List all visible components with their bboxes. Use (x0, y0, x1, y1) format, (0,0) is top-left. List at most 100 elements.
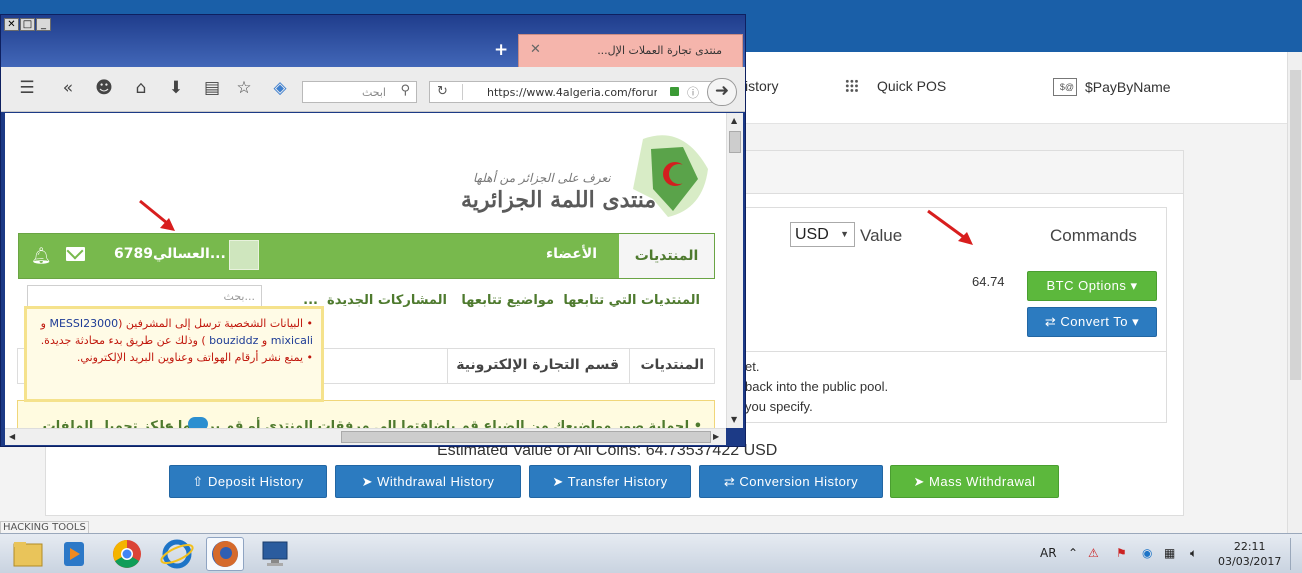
cloud-upload-icon (188, 417, 208, 428)
browser-tab-active[interactable]: ✕ منتدى تجارة العملات الإل... (518, 34, 743, 67)
send-icon: ➤ (913, 474, 930, 489)
scroll-up-icon[interactable]: ▲ (731, 116, 737, 125)
page-scrollbar[interactable] (1287, 52, 1302, 533)
tab-forums[interactable]: المنتديات (619, 234, 714, 278)
subnav-followed-topics[interactable]: مواضيع تتابعها (461, 293, 554, 308)
minimize-icon[interactable]: _ (36, 18, 51, 31)
overflow-icon[interactable]: « (57, 77, 79, 99)
maximize-icon[interactable]: □ (20, 18, 35, 31)
page-scrollbar-thumb[interactable] (1290, 70, 1301, 380)
info-icon[interactable]: ⓘ (687, 84, 699, 101)
subnav-new-posts[interactable]: المشاركات الجديدة (327, 293, 447, 308)
language-indicator[interactable]: AR (1040, 546, 1057, 560)
smiley-icon[interactable]: ☻ (93, 77, 115, 99)
firefox-taskbar-icon[interactable] (206, 537, 244, 571)
tooltip-line-3: • يمنع نشر أرقام الهواتف وعناوين البريد … (76, 351, 313, 364)
scrollbar-thumb[interactable] (729, 131, 741, 153)
search-placeholder: ابحث (361, 86, 386, 99)
firefox-icon (212, 541, 238, 567)
taskbar-clock[interactable]: 22:11 03/03/2017 (1218, 539, 1281, 569)
moderator-name: bouziddz (209, 334, 259, 347)
convert-to-button[interactable]: ⇄ Convert To ▾ (1027, 307, 1157, 337)
new-tab-icon[interactable]: + (494, 40, 508, 60)
exchange-icon: ⇄ (723, 474, 740, 489)
home-icon[interactable]: ⌂ (130, 77, 152, 99)
network-taskbar-icon[interactable] (256, 537, 294, 571)
browser-e-taskbar-icon[interactable] (158, 537, 196, 571)
scroll-down-icon[interactable]: ▼ (731, 415, 737, 424)
nav-history-link[interactable]: istory (745, 78, 778, 94)
info-line-2: back into the public pool. (745, 379, 889, 394)
forum-search-placeholder: بحث... (223, 290, 255, 303)
moderator-name: MESSI23000 (49, 317, 119, 330)
grid-icon (845, 79, 859, 93)
conversion-history-button[interactable]: ⇄ Conversion History (699, 465, 883, 498)
action-center-icon[interactable]: ⚑ (1116, 546, 1127, 560)
breadcrumb-section[interactable]: قسم التجارة الإلكترونية (456, 357, 619, 373)
mass-withdrawal-label: Mass Withdrawal (929, 474, 1036, 489)
nav-pay-by-name-label: $PayByName (1085, 79, 1171, 95)
nav-pay-by-name-link[interactable]: $@ $PayByName (1053, 78, 1171, 96)
breadcrumb-home[interactable]: المنتديات (640, 357, 704, 373)
scrollbar-thumb[interactable] (341, 431, 711, 443)
scroll-right-icon[interactable]: ▶ (713, 432, 719, 441)
forum-site-name: منتدى اللمة الجزائرية (461, 187, 657, 213)
nav-quick-pos-link[interactable]: Quick POS (845, 78, 946, 94)
currency-select-value: USD (795, 226, 829, 243)
show-hidden-icons-icon[interactable]: ⌃ (1068, 546, 1078, 560)
upload-icon: ⇧ (192, 474, 208, 489)
currency-select[interactable]: USD ▼ (790, 222, 855, 247)
breadcrumb-separator (447, 349, 448, 383)
tray-sync-icon[interactable]: ◉ (1142, 546, 1152, 560)
tray-app-icon[interactable]: ⚠ (1088, 546, 1099, 560)
notice-text: • لحماية صور مواضيعك من الضياع قم بإضافت… (146, 419, 702, 428)
reload-icon[interactable]: ↻ (437, 84, 448, 99)
menu-icon[interactable]: ☰ (16, 77, 38, 99)
table-divider (736, 351, 1166, 352)
volume-icon[interactable]: 🔈︎ (1190, 546, 1197, 561)
upload-center-link[interactable]: مركز تحميل الملفات (43, 419, 174, 428)
avatar[interactable] (229, 240, 259, 270)
media-player-taskbar-icon[interactable] (56, 537, 94, 571)
transfer-history-label: Transfer History (567, 474, 668, 489)
nav-history-label: istory (745, 78, 779, 94)
tooltip-text: و (258, 334, 271, 347)
content-horizontal-scrollbar[interactable]: ◀ ▶ (5, 428, 726, 445)
chrome-icon (113, 540, 141, 568)
browser-search-input[interactable]: ابحث ⚲ (302, 81, 417, 103)
addon-icon[interactable]: ◈ (269, 77, 291, 99)
scroll-left-icon[interactable]: ◀ (9, 432, 15, 441)
url-bar[interactable]: ↻ https://www.4algeria.com/forum/f/ ⓘ (429, 81, 714, 103)
tab-members[interactable]: الأعضاء (546, 246, 597, 262)
tab-close-icon[interactable]: ✕ (530, 42, 541, 57)
username-link[interactable]: العسالي6789... (114, 246, 226, 262)
network-icon[interactable]: ▦ (1164, 546, 1175, 560)
clock-time: 22:11 (1233, 540, 1266, 553)
bell-icon[interactable]: 🔔︎ (31, 246, 51, 265)
deposit-history-button[interactable]: ⇧ Deposit History (169, 465, 327, 498)
forum-nav-bar: المنتديات الأعضاء العسالي6789... 🔔︎ (18, 233, 715, 279)
bookmark-star-icon[interactable]: ☆ (233, 77, 255, 99)
close-icon[interactable]: ✕ (4, 18, 19, 31)
download-icon[interactable]: ⬇ (165, 77, 187, 99)
withdrawal-history-button[interactable]: ➤ Withdrawal History (335, 465, 521, 498)
content-vertical-scrollbar[interactable]: ▲ ▼ (726, 113, 743, 428)
btc-options-button[interactable]: BTC Options ▾ (1027, 271, 1157, 301)
reader-icon[interactable]: ▤ (201, 77, 223, 99)
caret-down-icon: ▾ (1128, 314, 1140, 329)
tooltip-text: • البيانات الشخصية ترسل إلى المشرفين ( (118, 317, 313, 330)
nav-quick-pos-label: Quick POS (877, 78, 947, 94)
tooltip-text: ) وذلك عن طريق بدء محادثة جديدة. (40, 334, 210, 347)
file-explorer-taskbar-icon[interactable] (10, 537, 48, 571)
moderator-name: mixicali (270, 334, 313, 347)
chrome-taskbar-icon[interactable] (108, 537, 146, 571)
tooltip-line-1: • البيانات الشخصية ترسل إلى المشرفين (ME… (35, 315, 313, 332)
go-arrow-icon[interactable]: ➜ (707, 78, 737, 106)
url-text: https://www.4algeria.com/forum/f/ (487, 86, 657, 99)
mail-icon[interactable] (66, 247, 85, 261)
subnav-followed-forums[interactable]: المنتديات التي تتابعها (563, 293, 700, 308)
show-desktop-button[interactable] (1290, 538, 1300, 570)
mass-withdrawal-button[interactable]: ➤ Mass Withdrawal (890, 465, 1059, 498)
value-header: Value (860, 226, 903, 245)
transfer-history-button[interactable]: ➤ Transfer History (529, 465, 691, 498)
